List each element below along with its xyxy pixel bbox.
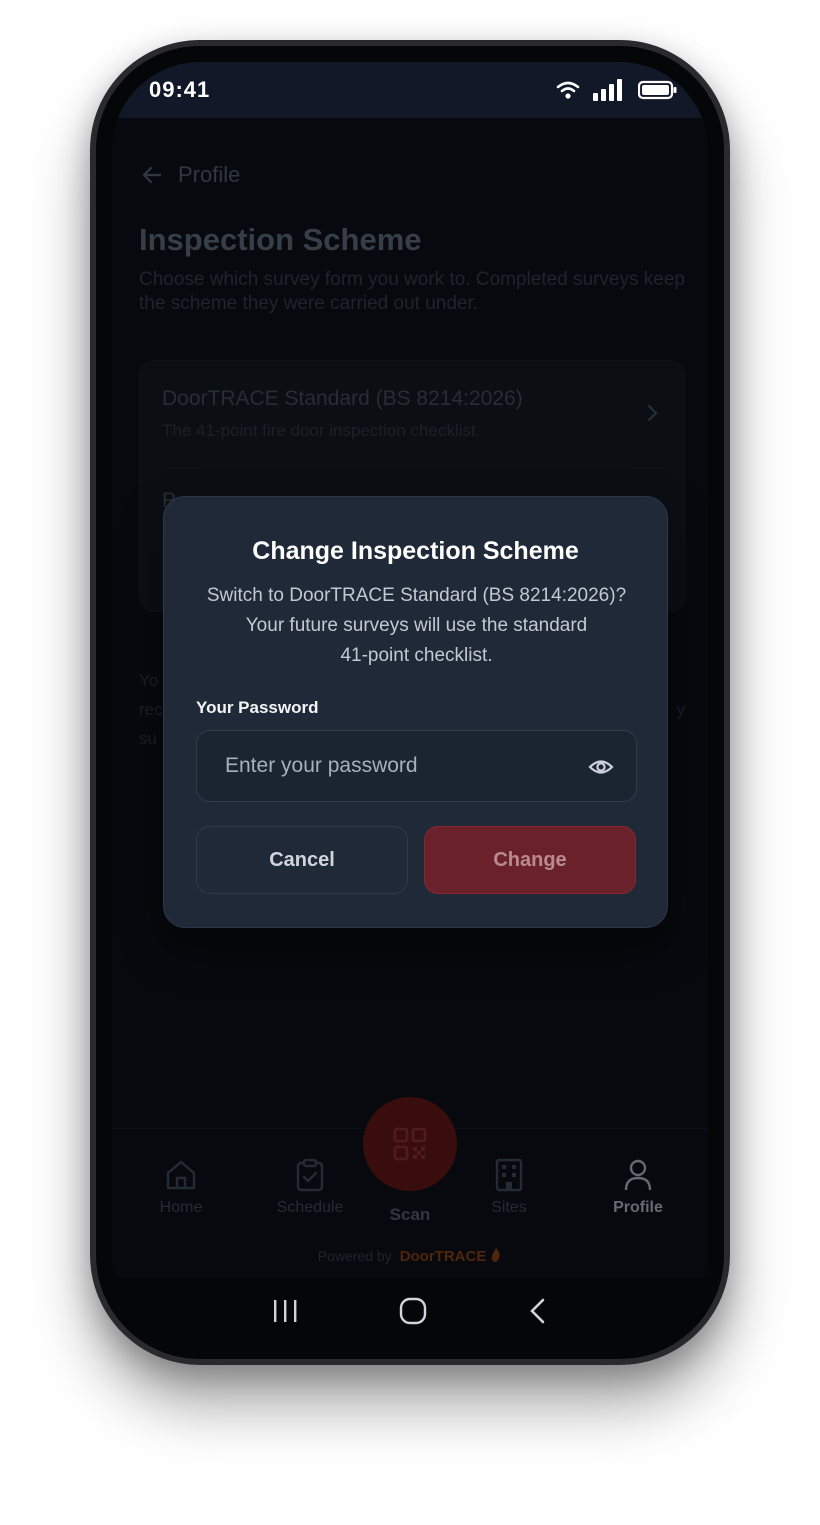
recent-apps-icon[interactable] [271, 1298, 299, 1324]
password-field[interactable] [196, 730, 637, 802]
change-scheme-dialog: Change Inspection Scheme Switch to DoorT… [163, 496, 668, 928]
dialog-message-line1: Switch to DoorTRACE Standard (BS 8214:20… [206, 585, 627, 606]
eye-icon[interactable] [588, 754, 614, 780]
dialog-title: Change Inspection Scheme [252, 537, 579, 565]
dialog-message-line2: Your future surveys will use the standar… [245, 615, 588, 636]
phone-bezel: 09:41 Profile Inspection Scheme Choose w… [96, 46, 724, 1359]
wifi-icon [556, 81, 580, 99]
password-label: Your Password [196, 698, 319, 717]
back-button-icon[interactable] [527, 1297, 549, 1325]
dialog-message: Switch to DoorTRACE Standard (BS 8214:20… [190, 581, 643, 671]
battery-icon [638, 80, 677, 100]
phone-frame: 09:41 Profile Inspection Scheme Choose w… [90, 40, 730, 1365]
signal-icon [593, 79, 622, 101]
phone-screen: 09:41 Profile Inspection Scheme Choose w… [112, 62, 708, 1343]
home-button-icon[interactable] [398, 1296, 428, 1326]
change-button[interactable]: Change [424, 826, 636, 894]
status-time: 09:41 [149, 77, 211, 102]
cancel-button[interactable]: Cancel [196, 826, 408, 894]
system-nav-bar [112, 1278, 708, 1343]
password-input[interactable] [197, 731, 557, 801]
status-icons [556, 79, 678, 101]
status-bar: 09:41 [112, 62, 708, 118]
dialog-message-line3: 41-point checklist. [340, 645, 493, 666]
